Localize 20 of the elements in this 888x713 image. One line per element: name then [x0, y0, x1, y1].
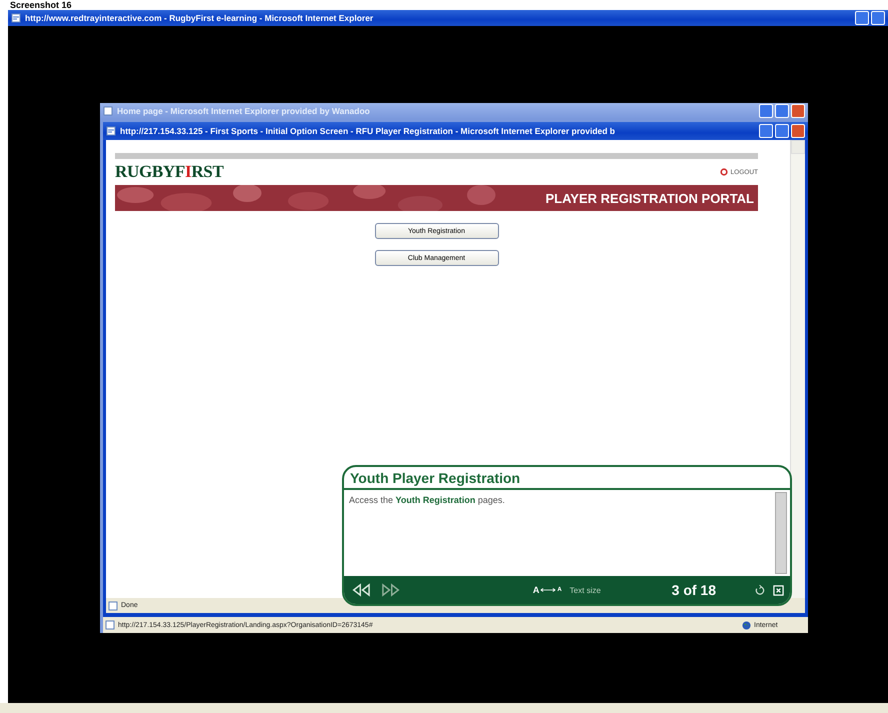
- double-arrow-icon: [540, 587, 556, 593]
- page-counter: 3 of 18: [672, 582, 716, 598]
- page-icon: [11, 13, 21, 23]
- page-icon: [103, 106, 113, 116]
- panel-text: Access the Youth Registration pages.: [348, 494, 506, 507]
- replay-icon[interactable]: [754, 584, 765, 596]
- text-size-label: Text size: [570, 586, 601, 594]
- scrollbar[interactable]: [775, 492, 787, 574]
- fast-forward-button[interactable]: [380, 582, 402, 598]
- window-title: Home page - Microsoft Internet Explorer provided by Wanadoo: [117, 106, 371, 116]
- globe-icon: [742, 620, 751, 630]
- circle-icon: [720, 168, 728, 176]
- window-title: http://217.154.33.125 - First Sports - Initial Option Screen - RFU Player Registration - Microsoft Internet Explorer provided b: [120, 126, 616, 136]
- panel-title: Youth Player Registration: [344, 467, 790, 490]
- caption: Screenshot 16: [10, 0, 72, 10]
- rewind-button[interactable]: [350, 582, 372, 598]
- banner-title: PLAYER REGISTRATION PORTAL: [546, 190, 755, 206]
- page-icon: [106, 126, 116, 136]
- window-title: http://www.redtrayinteractive.com - RugbyFirst e-learning - Microsoft Internet Explorer: [25, 13, 374, 23]
- logo: RUGBYFIRST: [115, 162, 224, 182]
